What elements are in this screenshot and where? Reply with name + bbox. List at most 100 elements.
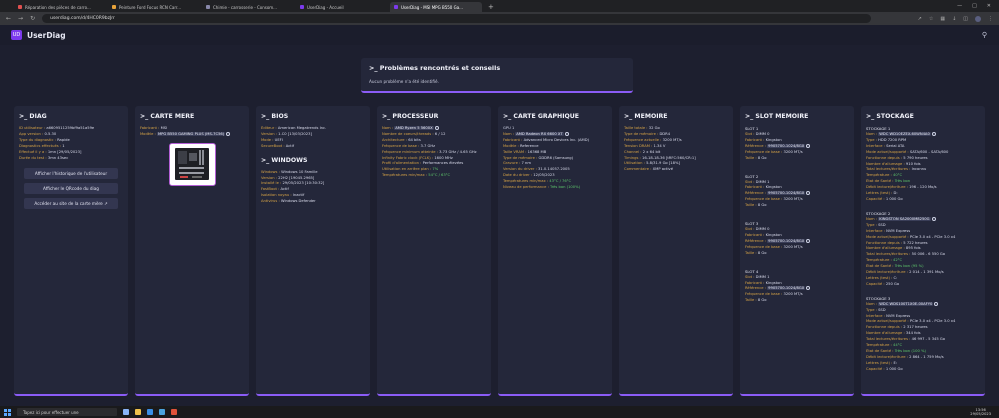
row-value: Reference bbox=[519, 143, 539, 148]
row-value: Inconnu bbox=[911, 167, 927, 172]
start-icon[interactable] bbox=[4, 408, 11, 416]
row-key: Interface : bbox=[866, 313, 885, 318]
row-key: Isolation noyau : bbox=[261, 193, 292, 198]
row-value[interactable]: AMD Radeon RX 6600 XT bbox=[515, 131, 564, 136]
copy-icon[interactable] bbox=[434, 126, 439, 130]
row-key: Taille VRAM : bbox=[503, 149, 527, 154]
extension-icon[interactable]: ▦ bbox=[940, 16, 945, 22]
reload-icon[interactable]: ↻ bbox=[30, 15, 35, 23]
row-key: Version : bbox=[261, 175, 277, 180]
row-key: Tension DRAM : bbox=[624, 143, 653, 148]
motherboard-site-button[interactable]: Accéder au site de la carte mère ↗ bbox=[24, 198, 118, 210]
close-icon[interactable]: ✕ bbox=[987, 3, 991, 9]
copy-icon[interactable] bbox=[806, 191, 811, 196]
profile-avatar[interactable] bbox=[975, 15, 981, 22]
minimize-icon[interactable]: — bbox=[957, 3, 962, 9]
row-value[interactable]: KINGSTON SA2000M8250G bbox=[878, 216, 931, 221]
row-key: Température : bbox=[866, 258, 892, 263]
row-value: DIMM 0 bbox=[755, 227, 770, 232]
row-key: État de Santé : bbox=[866, 349, 894, 353]
copy-icon[interactable] bbox=[934, 301, 939, 306]
store-icon[interactable] bbox=[159, 409, 165, 415]
browser-tab[interactable]: UserDiag - Accueil bbox=[296, 2, 388, 12]
tab-favicon bbox=[394, 5, 398, 9]
row-value: DIMM 0 bbox=[755, 132, 770, 136]
copy-icon[interactable] bbox=[806, 143, 811, 148]
row-value[interactable]: WDC WDS100T1X0E-00AFY0 bbox=[878, 301, 934, 306]
row-value: 29/05/2023 [10:30:32] bbox=[282, 181, 325, 186]
row-value: PCIe 3.0 x4 - PCIe 3.0 x4 bbox=[909, 234, 956, 239]
tab-title: Réparation des pièces de carro... bbox=[25, 4, 91, 10]
row-value: 16-18-18-36 [tRFC:560/CR:1] bbox=[641, 155, 696, 160]
copy-icon[interactable] bbox=[806, 286, 811, 291]
row-value: Windows Defender bbox=[280, 199, 316, 204]
row-key: Type de mémoire : bbox=[503, 155, 538, 160]
copy-icon[interactable] bbox=[931, 216, 936, 221]
row-value: 32 Go bbox=[648, 126, 660, 130]
row-key: Débit lecture/écriture : bbox=[866, 354, 908, 359]
user-history-button[interactable]: Afficher l'historique de l'utilisateur bbox=[24, 168, 118, 180]
menu-icon[interactable]: ⋮ bbox=[988, 16, 993, 22]
row-key: Diagnostics effectués : bbox=[19, 143, 62, 148]
copy-icon[interactable] bbox=[931, 132, 936, 136]
system-clock[interactable]: 13:56 29/05/2023 bbox=[970, 408, 999, 416]
row-value: 8 Go bbox=[757, 298, 767, 303]
copy-icon[interactable] bbox=[806, 238, 811, 243]
row-key: Date du driver : bbox=[503, 173, 533, 178]
share-icon[interactable]: ↗ bbox=[918, 16, 922, 22]
browser-toolbar: ← → ↻ userdiag.com/d/4HC0R9bzJrr ↗ ☆ ▦ ↓… bbox=[0, 12, 999, 25]
address-bar[interactable]: userdiag.com/d/4HC0R9bzJrr bbox=[42, 14, 871, 23]
copy-icon[interactable] bbox=[564, 131, 569, 136]
row-value: Kingston bbox=[765, 232, 782, 237]
row-value: 250 Go bbox=[885, 281, 900, 286]
tab-favicon bbox=[206, 5, 210, 9]
row-key: Lettres (test) : bbox=[866, 360, 893, 365]
row-value: 2 x 64 bit bbox=[642, 149, 661, 154]
search-icon[interactable]: ⚲ bbox=[982, 31, 987, 39]
row-key: Taille : bbox=[745, 203, 757, 208]
window-controls: — □ ✕ bbox=[957, 0, 999, 12]
qrcode-button[interactable]: Afficher le QRcode du diag bbox=[24, 183, 118, 195]
row-value: 31.0.14057.2005 bbox=[538, 167, 570, 172]
row-value: 8 Go bbox=[757, 250, 767, 255]
star-icon[interactable]: ☆ bbox=[929, 16, 933, 22]
forward-icon[interactable]: → bbox=[18, 15, 23, 23]
row-value[interactable]: MPG B550 GAMING PLUS (MS-7C56) bbox=[156, 131, 226, 136]
file-explorer-icon[interactable] bbox=[135, 409, 141, 415]
row-key: Gravure : bbox=[503, 161, 521, 166]
row-value[interactable]: 9905700-1024/8GX bbox=[767, 238, 806, 243]
row-value: GDDR6 (Samsung) bbox=[538, 155, 574, 160]
maximize-icon[interactable]: □ bbox=[972, 3, 977, 9]
clock-date: 29/05/2023 bbox=[970, 412, 991, 416]
motherboard-card: >_ CARTE MERE Fabricant : MSI Modèle : M… bbox=[135, 106, 249, 396]
userdiag-logo[interactable]: UD bbox=[11, 30, 22, 40]
copy-icon[interactable] bbox=[226, 131, 231, 136]
storage-list: STOCKAGE 1 Nom : WDC WD10EZEX-60WN4A0 Type… bbox=[866, 126, 980, 373]
row-value: UEFI bbox=[274, 137, 283, 142]
row-value[interactable]: 9905700-1024/8GX bbox=[767, 143, 806, 148]
chrome-icon[interactable] bbox=[171, 409, 177, 415]
row-value: Inactif bbox=[292, 193, 305, 198]
motherboard-icon bbox=[175, 148, 209, 181]
row-key: Fabricant : bbox=[745, 185, 765, 190]
row-value[interactable]: WDC WD10EZEX-60WN4A0 bbox=[878, 132, 931, 136]
windows-row: Antivirus : Windows Defender bbox=[261, 199, 365, 205]
browser-tab[interactable]: Chimie - carrosserie - Consom... bbox=[202, 2, 294, 12]
new-tab-button[interactable]: + bbox=[488, 2, 494, 12]
row-value[interactable]: AMD Ryzen 5 5600X bbox=[394, 126, 434, 130]
edge-icon[interactable] bbox=[147, 409, 153, 415]
app-title[interactable]: UserDiag bbox=[27, 31, 66, 40]
sidebar-icon[interactable]: ◫ bbox=[963, 16, 968, 22]
row-value[interactable]: 9905700-1024/8GX bbox=[767, 191, 806, 196]
browser-tab-active[interactable]: UserDiag - MSI MPG B550 Ga... bbox=[390, 2, 482, 12]
row-value[interactable]: 9905700-1024/8GX bbox=[767, 286, 806, 291]
task-view-icon[interactable] bbox=[123, 409, 129, 415]
download-icon[interactable]: ↓ bbox=[952, 16, 956, 22]
row-value: Kingston bbox=[765, 280, 782, 285]
browser-tab[interactable]: Réparation des pièces de carro... bbox=[14, 2, 106, 12]
row-value: C: bbox=[893, 275, 898, 280]
taskbar-search-input[interactable]: Tapez ici pour effectuer une bbox=[17, 408, 117, 416]
back-icon[interactable]: ← bbox=[6, 15, 11, 23]
browser-tab[interactable]: Peinture Ford Focus RCN Carr... bbox=[108, 2, 200, 12]
app-header: UD UserDiag ⚲ bbox=[0, 25, 999, 45]
